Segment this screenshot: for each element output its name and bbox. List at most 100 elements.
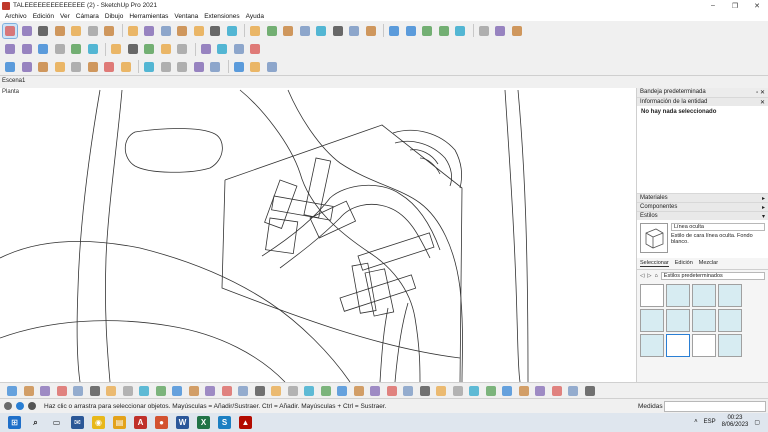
tab-edicion[interactable]: Edición <box>675 260 693 267</box>
extension-warehouse-tool-icon[interactable] <box>387 24 401 38</box>
bottom-tool-icon[interactable] <box>566 384 580 398</box>
notification-icon[interactable]: ▢ <box>754 419 760 426</box>
menu-edicion[interactable]: Edición <box>30 13 57 20</box>
style-swatch[interactable] <box>666 309 690 332</box>
bottom-tool-icon[interactable] <box>220 384 234 398</box>
extrude-tool-icon[interactable] <box>159 60 173 74</box>
move-tool-icon[interactable] <box>102 24 116 38</box>
bottom-tool-icon[interactable] <box>467 384 481 398</box>
orbit-tool-icon[interactable] <box>248 24 262 38</box>
left-view-icon[interactable] <box>248 42 262 56</box>
bottom-tool-icon[interactable] <box>121 384 135 398</box>
bottom-tool-icon[interactable] <box>170 384 184 398</box>
smooth-tool-icon[interactable] <box>232 60 246 74</box>
bottom-tool-icon[interactable] <box>302 384 316 398</box>
menu-ayuda[interactable]: Ayuda <box>243 13 267 20</box>
divide-tool-icon[interactable] <box>192 60 206 74</box>
bottom-tool-icon[interactable] <box>517 384 531 398</box>
sketchup-icon[interactable]: S <box>218 416 231 429</box>
house-view-icon[interactable] <box>215 42 229 56</box>
style-collection-select[interactable]: Estilos predeterminados <box>660 272 765 280</box>
bottom-tool-icon[interactable] <box>434 384 448 398</box>
text-tool-icon[interactable] <box>192 24 206 38</box>
warehouse-tool-icon[interactable] <box>364 24 378 38</box>
terrain-tool-icon[interactable] <box>208 60 222 74</box>
tape-measure-tool-icon[interactable] <box>175 24 189 38</box>
style-swatch[interactable] <box>718 284 742 307</box>
front-view-icon[interactable] <box>493 24 507 38</box>
chrome-icon[interactable]: ◉ <box>92 416 105 429</box>
menu-ver[interactable]: Ver <box>57 13 73 20</box>
style-swatch[interactable] <box>692 309 716 332</box>
styles-tool-icon[interactable] <box>404 24 418 38</box>
sandbox-tool-icon[interactable] <box>314 24 328 38</box>
home-icon[interactable]: ⌂ <box>654 273 657 279</box>
bottom-tool-icon[interactable] <box>236 384 250 398</box>
push-pull-tool-icon[interactable] <box>86 24 100 38</box>
material-tool-icon[interactable] <box>265 60 279 74</box>
style-name-field[interactable]: Línea oculta <box>671 223 765 231</box>
eraser-tool-icon[interactable] <box>20 24 34 38</box>
intersect-tool-icon[interactable] <box>109 42 123 56</box>
iso-view-icon[interactable] <box>453 24 467 38</box>
tab-seleccionar[interactable]: Seleccionar <box>640 260 669 267</box>
walk-tool-icon[interactable] <box>175 42 189 56</box>
camera-position-icon[interactable] <box>159 42 173 56</box>
component-tool-icon[interactable] <box>3 42 17 56</box>
components-panel[interactable]: Componentes ▸ <box>637 202 768 211</box>
bottom-tool-icon[interactable] <box>203 384 217 398</box>
clock[interactable]: 00:23 8/06/2023 <box>722 415 749 429</box>
back-view-icon[interactable] <box>232 42 246 56</box>
bottom-tool-icon[interactable] <box>286 384 300 398</box>
bottom-tool-icon[interactable] <box>319 384 333 398</box>
close-button[interactable]: ✕ <box>746 0 768 11</box>
user-icon[interactable] <box>28 402 36 410</box>
rotate-tool-icon[interactable] <box>126 24 140 38</box>
pan-tool-icon[interactable] <box>265 24 279 38</box>
menu-camara[interactable]: Cámara <box>73 13 102 20</box>
mail-icon[interactable]: ✉ <box>71 416 84 429</box>
bottom-tool-icon[interactable] <box>71 384 85 398</box>
bottom-tool-icon[interactable] <box>88 384 102 398</box>
menu-archivo[interactable]: Archivo <box>2 13 30 20</box>
paint-bucket-tool-icon[interactable] <box>225 24 239 38</box>
spline-tool-icon[interactable] <box>36 60 50 74</box>
scale-tool-icon[interactable] <box>142 24 156 38</box>
tray-pin-icon[interactable]: ▫ ✕ <box>756 89 765 96</box>
curve-tool-icon[interactable] <box>3 60 17 74</box>
style-swatch[interactable] <box>692 334 716 357</box>
offset-tool-icon[interactable] <box>159 24 173 38</box>
menu-dibujo[interactable]: Dibujo <box>102 13 126 20</box>
chevron-up-icon[interactable]: ˄ <box>694 419 698 425</box>
entity-info-header[interactable]: Información de la entidad ✕ <box>637 97 768 106</box>
style-swatch[interactable] <box>640 309 664 332</box>
chamfer-tool-icon[interactable] <box>142 60 156 74</box>
style-swatch-selected[interactable] <box>666 334 690 357</box>
materials-panel[interactable]: Materiales ▸ <box>637 193 768 202</box>
geolocation-icon[interactable] <box>4 402 12 410</box>
measurements-input[interactable] <box>664 401 766 412</box>
solid-subtract-icon[interactable] <box>36 42 50 56</box>
style-swatch[interactable] <box>640 334 664 357</box>
bottom-tool-icon[interactable] <box>533 384 547 398</box>
credits-icon[interactable] <box>16 402 24 410</box>
drawing-viewport[interactable]: Planta <box>0 88 636 382</box>
forward-arrow-icon[interactable]: ▷ <box>647 273 651 279</box>
outer-shell-icon[interactable] <box>86 42 100 56</box>
bezier-tool-icon[interactable] <box>20 60 34 74</box>
menu-ventana[interactable]: Ventana <box>171 13 201 20</box>
bottom-tool-icon[interactable] <box>583 384 597 398</box>
style-swatch[interactable] <box>692 284 716 307</box>
acrobat-icon[interactable]: A <box>134 416 147 429</box>
right-view-icon[interactable] <box>510 24 524 38</box>
file-explorer-icon[interactable]: ▤ <box>113 416 126 429</box>
fillet-tool-icon[interactable] <box>119 60 133 74</box>
style-swatch[interactable] <box>666 284 690 307</box>
excel-icon[interactable]: X <box>197 416 210 429</box>
bottom-tool-icon[interactable] <box>104 384 118 398</box>
bottom-tool-icon[interactable] <box>269 384 283 398</box>
menu-extensiones[interactable]: Extensiones <box>201 13 242 20</box>
section-plane-tool-icon[interactable] <box>347 24 361 38</box>
bottom-tool-icon[interactable] <box>368 384 382 398</box>
bottom-tool-icon[interactable] <box>154 384 168 398</box>
